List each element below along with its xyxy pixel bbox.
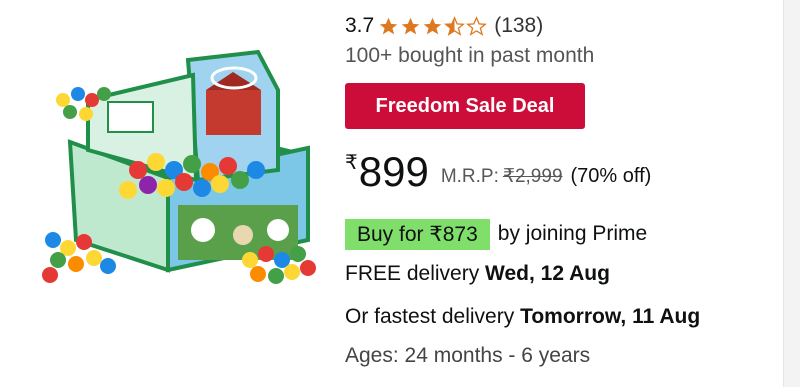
fastest-delivery-date: Tomorrow, 11 Aug bbox=[520, 305, 701, 328]
star-full-icon bbox=[379, 17, 398, 34]
bought-count: 100+ bought in past month bbox=[345, 44, 595, 67]
star-full-icon bbox=[423, 17, 442, 34]
review-count[interactable]: (138) bbox=[494, 14, 543, 38]
deal-badge: Freedom Sale Deal bbox=[345, 83, 585, 129]
rating-row[interactable]: 3.7 (138) bbox=[345, 12, 543, 40]
prime-price-chip[interactable]: Buy for ₹873 bbox=[345, 218, 490, 250]
currency-symbol: ₹ bbox=[345, 152, 358, 174]
price-amount: 899 bbox=[358, 148, 429, 195]
star-half-icon bbox=[444, 15, 466, 36]
star-empty-icon bbox=[466, 15, 488, 36]
star-full-icon bbox=[401, 17, 420, 34]
product-image[interactable] bbox=[28, 30, 328, 350]
mrp-label: M.R.P: bbox=[440, 166, 499, 187]
free-delivery: FREE delivery Wed, 12 Aug bbox=[345, 262, 610, 286]
scrollbar-track[interactable] bbox=[783, 0, 800, 387]
star-rating[interactable] bbox=[378, 15, 488, 37]
fastest-delivery: Or fastest delivery Tomorrow, 11 Aug bbox=[345, 305, 700, 329]
free-delivery-prefix: FREE delivery bbox=[345, 262, 480, 285]
mrp: M.R.P: ₹2,999 bbox=[441, 165, 563, 188]
age-range: Ages: 24 months - 6 years bbox=[345, 344, 591, 367]
prime-offer[interactable]: Buy for ₹873 by joining Prime bbox=[345, 217, 647, 251]
prime-suffix: by joining Prime bbox=[497, 222, 648, 245]
mrp-value: ₹2,999 bbox=[502, 166, 563, 187]
fastest-delivery-prefix: Or fastest delivery bbox=[345, 305, 515, 328]
discount-percent: (70% off) bbox=[570, 165, 652, 187]
rating-value: 3.7 bbox=[345, 14, 375, 37]
price-row: ₹ 899 M.R.P: ₹2,999 (70% off) bbox=[345, 144, 651, 194]
free-delivery-date: Wed, 12 Aug bbox=[485, 262, 610, 285]
